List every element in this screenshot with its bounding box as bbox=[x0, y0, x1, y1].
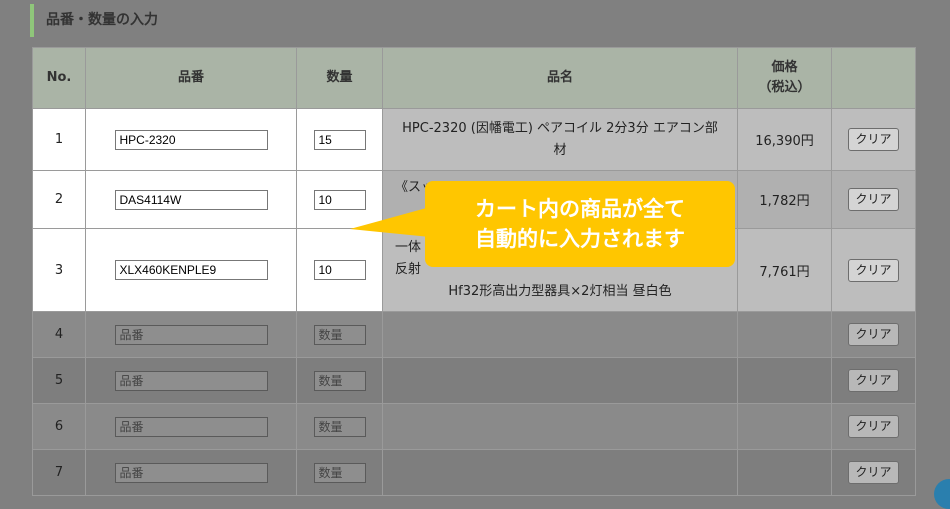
qty-input[interactable]: 数量 bbox=[313, 324, 366, 345]
price bbox=[737, 449, 832, 496]
row-number: 7 bbox=[32, 449, 86, 496]
clear-button[interactable]: クリア bbox=[848, 128, 899, 151]
col-header-action bbox=[831, 47, 916, 109]
code-input[interactable]: 品番 bbox=[114, 462, 268, 483]
price: 7,761円 bbox=[737, 228, 832, 312]
order-input-table: No. 品番 数量 品名 価格 （税込） 1 HPC-2320 15 HPC-23… bbox=[32, 47, 916, 496]
callout-line-1: カート内の商品が全て bbox=[475, 197, 685, 221]
qty-input[interactable]: 数量 bbox=[313, 370, 366, 391]
clear-button[interactable]: クリア bbox=[848, 188, 899, 211]
price: 16,390円 bbox=[737, 108, 832, 171]
price bbox=[737, 311, 832, 358]
table-row: 1 HPC-2320 15 HPC-2320 (因幡電工) ペアコイル 2分3分… bbox=[32, 108, 916, 171]
price bbox=[737, 403, 832, 450]
clear-button[interactable]: クリア bbox=[848, 258, 899, 282]
row-number: 6 bbox=[32, 403, 86, 450]
table-row: 5 品番 数量 クリア bbox=[32, 357, 916, 404]
clear-button[interactable]: クリア bbox=[848, 369, 899, 392]
section-title: 品番・数量の入力 bbox=[30, 4, 158, 37]
product-name bbox=[382, 449, 738, 496]
col-header-qty: 数量 bbox=[296, 47, 383, 109]
row-number: 4 bbox=[32, 311, 86, 358]
clear-button[interactable]: クリア bbox=[848, 323, 899, 346]
clear-button[interactable]: クリア bbox=[848, 415, 899, 438]
product-name bbox=[382, 403, 738, 450]
row-number: 1 bbox=[32, 108, 86, 171]
product-name bbox=[382, 357, 738, 404]
code-input[interactable]: 品番 bbox=[114, 324, 268, 345]
col-header-no: No. bbox=[32, 47, 86, 109]
col-header-price: 価格 （税込） bbox=[737, 47, 832, 109]
col-header-code: 品番 bbox=[85, 47, 297, 109]
code-input[interactable]: 品番 bbox=[114, 416, 268, 437]
row-number: 3 bbox=[32, 228, 86, 312]
table-row: 6 品番 数量 クリア bbox=[32, 403, 916, 450]
clear-button[interactable]: クリア bbox=[848, 461, 899, 484]
callout-tooltip: カート内の商品が全て 自動的に入力されます bbox=[350, 181, 735, 267]
code-input[interactable]: DAS4114W bbox=[114, 189, 268, 210]
qty-input[interactable]: 15 bbox=[313, 129, 366, 150]
qty-input[interactable]: 数量 bbox=[313, 462, 366, 483]
code-input[interactable]: XLX460KENPLE9 bbox=[114, 260, 268, 280]
table-row: 4 品番 数量 クリア bbox=[32, 311, 916, 358]
qty-input[interactable]: 数量 bbox=[313, 416, 366, 437]
code-input[interactable]: HPC-2320 bbox=[114, 129, 268, 150]
code-input[interactable]: 品番 bbox=[114, 370, 268, 391]
row-number: 5 bbox=[32, 357, 86, 404]
scroll-top-icon[interactable] bbox=[934, 479, 950, 509]
callout-pointer bbox=[350, 207, 430, 237]
product-name: HPC-2320 (因幡電工) ペアコイル 2分3分 エアコン部材 bbox=[382, 108, 738, 171]
row-number: 2 bbox=[32, 170, 86, 229]
price: 1,782円 bbox=[737, 170, 832, 229]
callout-line-2: 自動的に入力されます bbox=[475, 227, 685, 251]
qty-input[interactable]: 10 bbox=[313, 260, 366, 280]
price bbox=[737, 357, 832, 404]
col-header-name: 品名 bbox=[382, 47, 738, 109]
table-row: 7 品番 数量 クリア bbox=[32, 449, 916, 496]
product-name bbox=[382, 311, 738, 358]
